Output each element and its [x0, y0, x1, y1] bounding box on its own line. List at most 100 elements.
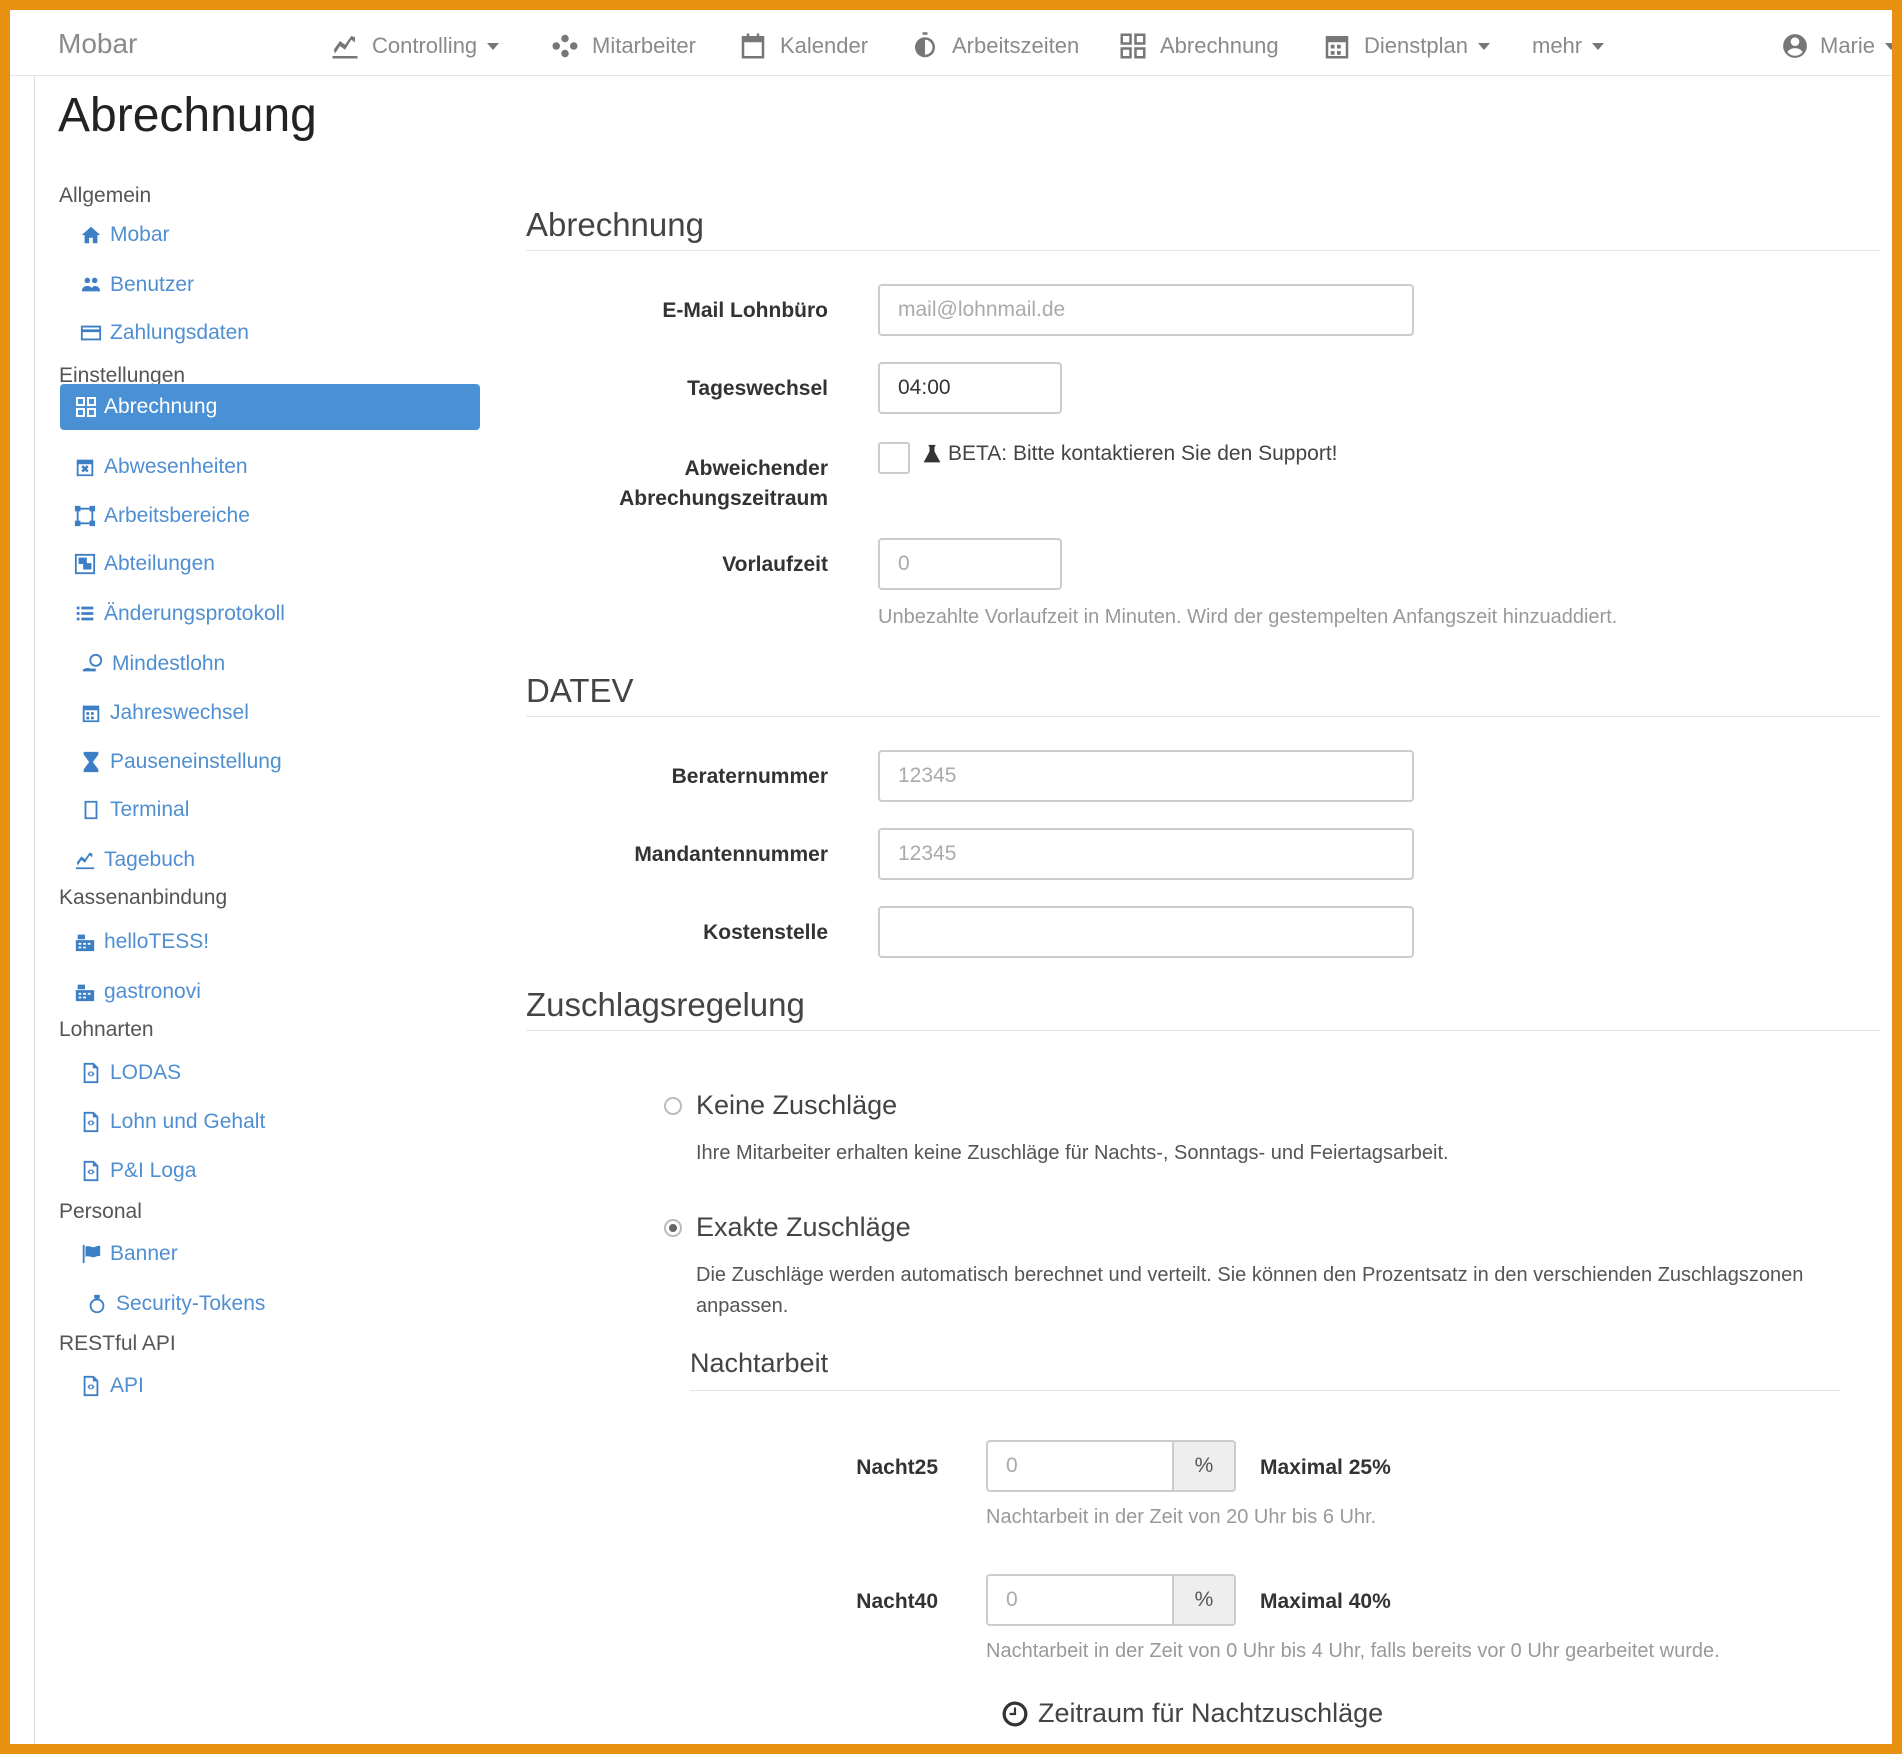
chevron-down-icon [1885, 42, 1892, 50]
section-divider [526, 250, 1880, 251]
percent-addon: % [1172, 1440, 1236, 1492]
beraternummer-label: Beraternummer [671, 765, 828, 788]
sidebar-item-benutzer[interactable]: Benutzer [80, 268, 194, 302]
sidebar-item-banner[interactable]: Banner [80, 1237, 178, 1271]
nacht40-label: Nacht40 [856, 1590, 938, 1613]
subsection-divider [690, 1390, 1840, 1391]
chart-icon [332, 36, 358, 59]
sidebar-item-abteilungen[interactable]: Abteilungen [74, 547, 215, 581]
hand-euro-icon [82, 653, 103, 672]
nav-mehr[interactable]: mehr [1532, 30, 1605, 62]
stopwatch-icon [915, 32, 935, 58]
kostenstelle-label: Kostenstelle [703, 921, 828, 944]
cash-register-icon [75, 984, 95, 1002]
brand-logo[interactable]: Mobar [58, 28, 137, 60]
calendar-icon [82, 705, 100, 723]
tageswechsel-label: Tageswechsel [687, 377, 828, 400]
user-circle-icon [1783, 34, 1807, 58]
sidebar-item-terminal[interactable]: Terminal [80, 793, 189, 827]
section-title-datev: DATEV [526, 672, 634, 709]
sidebar-item-zahlungsdaten[interactable]: Zahlungsdaten [80, 316, 249, 350]
abweichender-label: Abweichender Abrechungszeitraum [619, 457, 828, 510]
sidebar-item-arbeitsbereiche[interactable]: Arbeitsbereiche [74, 499, 250, 533]
chart-icon [75, 852, 95, 870]
vector-path-icon [74, 505, 96, 527]
calculator-icon [1120, 33, 1146, 59]
sidebar-item-tagebuch[interactable]: Tagebuch [74, 843, 195, 877]
schedule-icon [1325, 36, 1349, 59]
abweichender-zeitraum-checkbox[interactable] [878, 442, 910, 474]
nav-dienstplan[interactable]: Dienstplan [1322, 30, 1490, 62]
nacht25-max: Maximal 25% [1260, 1456, 1391, 1479]
nacht40-max: Maximal 40% [1260, 1590, 1391, 1613]
flag-icon [82, 1244, 101, 1264]
nav-mitarbeiter[interactable]: Mitarbeiter [550, 30, 696, 62]
sidebar-item-mindestlohn[interactable]: Mindestlohn [82, 647, 225, 681]
percent-addon: % [1172, 1574, 1236, 1626]
nachtarbeit-title: Nachtarbeit [690, 1348, 829, 1378]
group-objects-icon [74, 553, 96, 575]
section-title-abrechnung: Abrechnung [526, 206, 704, 243]
nav-user-menu[interactable]: Marie [1782, 30, 1892, 62]
sidebar-item-lohn-und-gehalt[interactable]: Lohn und Gehalt [80, 1105, 265, 1139]
code-file-icon [83, 1111, 99, 1133]
team-icon [552, 34, 578, 58]
keine-zuschlaege-label[interactable]: Keine Zuschläge [696, 1090, 897, 1121]
calendar-icon [741, 33, 765, 59]
nav-kalender[interactable]: Kalender [738, 30, 868, 62]
section-title-zuschlag: Zuschlagsregelung [526, 986, 805, 1023]
sidebar-item-aenderungsprotokoll[interactable]: Änderungsprotokoll [74, 597, 285, 631]
sidebar-item-jahreswechsel[interactable]: Jahreswechsel [80, 696, 249, 730]
email-label: E-Mail Lohnbüro [662, 299, 828, 322]
top-navbar: Mobar Controlling Mitarbeiter Kalender A… [10, 10, 1892, 76]
code-file-icon [83, 1375, 99, 1397]
radio-exakte-zuschlaege[interactable] [664, 1219, 682, 1237]
mandantennummer-label: Mandantennummer [634, 843, 828, 866]
sidebar-category-lohnarten: Lohnarten [59, 1018, 154, 1041]
sidebar-item-pauseneinstellung[interactable]: Pauseneinstellung [80, 745, 282, 779]
sidebar-item-security-tokens[interactable]: Security-Tokens [86, 1287, 265, 1321]
users-icon [81, 277, 101, 292]
token-icon [89, 1294, 105, 1314]
nav-arbeitszeiten[interactable]: Arbeitszeiten [910, 30, 1079, 62]
nacht25-label: Nacht25 [856, 1456, 938, 1479]
nacht25-input[interactable]: 0 [986, 1440, 1172, 1492]
zeitraum-nachtzuschlaege[interactable]: Zeitraum für Nachtzuschläge [1002, 1698, 1383, 1729]
calculator-icon [76, 397, 96, 417]
sidebar-item-mobar[interactable]: Mobar [80, 218, 170, 252]
sidebar-item-gastronovi[interactable]: gastronovi [74, 975, 201, 1009]
sidebar-item-abwesenheiten[interactable]: Abwesenheiten [74, 450, 248, 484]
sidebar-item-abrechnung[interactable]: Abrechnung [60, 384, 480, 430]
radio-keine-zuschlaege[interactable] [664, 1097, 682, 1115]
sidebar-category-personal: Personal [59, 1200, 142, 1223]
hourglass-icon [83, 751, 99, 773]
nav-controlling[interactable]: Controlling [330, 30, 500, 62]
kostenstelle-input[interactable] [878, 906, 1414, 958]
keine-zuschlaege-desc: Ihre Mitarbeiter erhalten keine Zuschläg… [696, 1142, 1449, 1164]
section-divider [526, 1030, 1880, 1031]
beraternummer-input[interactable]: 12345 [878, 750, 1414, 802]
chevron-down-icon [487, 42, 500, 50]
vorlaufzeit-help: Unbezahlte Vorlaufzeit in Minuten. Wird … [878, 606, 1618, 628]
sidebar-item-hellotess[interactable]: helloTESS! [74, 925, 209, 959]
nacht40-input[interactable]: 0 [986, 1574, 1172, 1626]
email-lohnbuero-input[interactable]: mail@lohnmail.de [878, 284, 1414, 336]
vorlaufzeit-input[interactable]: 0 [878, 538, 1062, 590]
sidebar-item-lodas[interactable]: LODAS [80, 1056, 181, 1090]
sidebar-item-api[interactable]: API [80, 1369, 144, 1403]
mandantennummer-input[interactable]: 12345 [878, 828, 1414, 880]
beta-note: BETA: Bitte kontaktieren Sie den Support… [922, 442, 1338, 466]
nacht40-help: Nachtarbeit in der Zeit von 0 Uhr bis 4 … [986, 1640, 1720, 1662]
tablet-icon [84, 800, 98, 820]
exakte-zuschlaege-label[interactable]: Exakte Zuschläge [696, 1212, 911, 1243]
sidebar-category-allgemein: Allgemein [59, 184, 152, 207]
sidebar-item-pi-loga[interactable]: P&I Loga [80, 1154, 196, 1188]
vorlaufzeit-label: Vorlaufzeit [722, 553, 828, 576]
code-file-icon [83, 1062, 99, 1084]
left-border [34, 76, 35, 1744]
app-window: Mobar Controlling Mitarbeiter Kalender A… [10, 10, 1892, 1744]
nav-abrechnung[interactable]: Abrechnung [1118, 30, 1279, 62]
tageswechsel-input[interactable]: 04:00 [878, 362, 1062, 414]
flask-icon [923, 444, 941, 463]
sidebar-category-kassen: Kassenanbindung [59, 886, 228, 909]
